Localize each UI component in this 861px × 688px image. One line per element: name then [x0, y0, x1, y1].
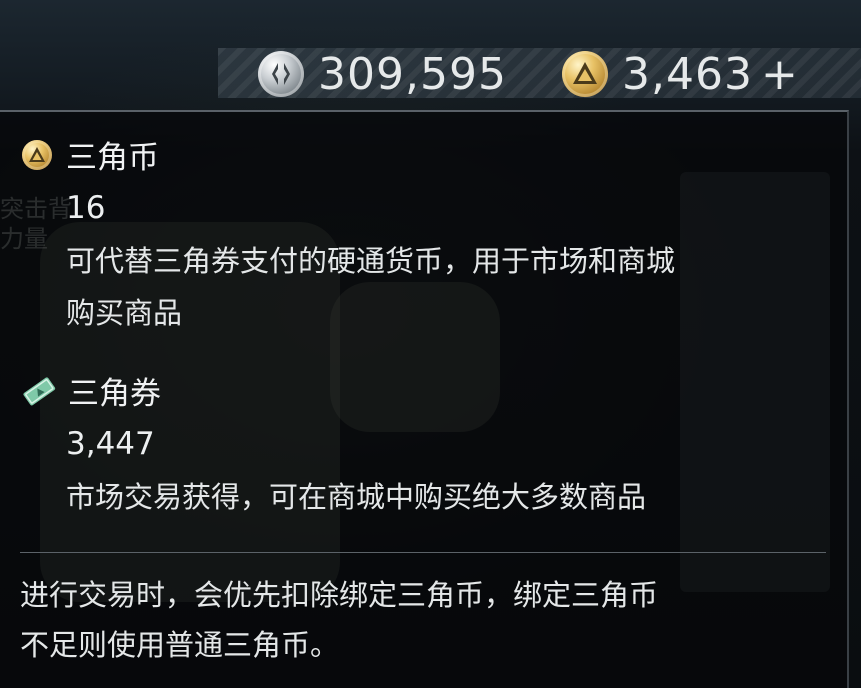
divider: [20, 552, 826, 553]
silver-currency-display[interactable]: 309,595: [258, 49, 507, 100]
background-label: 力量: [0, 225, 48, 253]
background-item-pouch: [330, 282, 500, 432]
item-description-line: 购买商品: [66, 296, 183, 330]
triangle-voucher-title: 三角券: [20, 368, 161, 413]
usage-note-line: 进行交易时，会优先扣除绑定三角币，绑定三角币: [20, 578, 659, 612]
triangle-voucher-amount: 3,447: [66, 426, 155, 462]
item-description-line: 可代替三角券支付的硬通货币，用于市场和商城: [66, 244, 676, 278]
triangle-coin-title: 三角币: [22, 132, 159, 177]
item-name: 三角币: [66, 140, 159, 176]
add-currency-button[interactable]: +: [761, 49, 799, 100]
triangle-coin-amount: 16: [66, 190, 106, 226]
triangle-coin-display[interactable]: 3,463 +: [562, 49, 799, 100]
triangle-coin-amount: 3,463: [622, 48, 753, 100]
triangle-coin-icon: [22, 139, 52, 170]
silver-coin-icon: [258, 51, 304, 97]
silver-amount: 309,595: [318, 48, 507, 100]
background-label: 突击背: [0, 195, 72, 223]
item-description-line: 市场交易获得，可在商城中购买绝大多数商品: [66, 480, 647, 514]
background-side-panel: [680, 172, 830, 592]
triangle-voucher-icon: [23, 376, 56, 405]
screen: 309,595 3,463 + 突击背 力量 三角币 16 可代替三角券支付的硬…: [0, 0, 861, 688]
usage-note-line: 不足则使用普通三角币。: [20, 628, 340, 662]
triangle-coin-icon: [562, 51, 608, 97]
item-name: 三角券: [68, 376, 161, 412]
